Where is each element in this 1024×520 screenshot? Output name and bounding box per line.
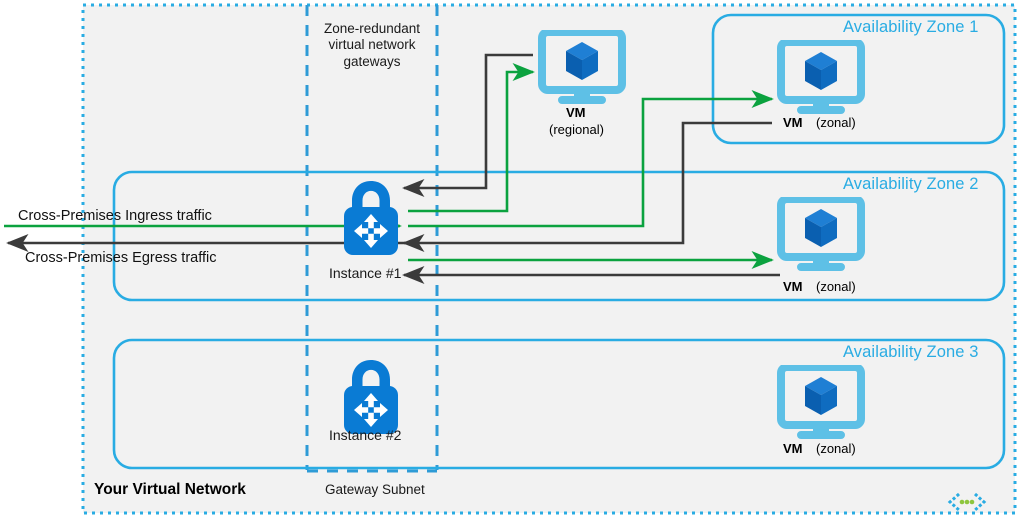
flow-gateway-to-regional-vm	[408, 63, 535, 213]
zone-3-vm-qualifier: (zonal)	[816, 441, 856, 456]
zone-1-label: Availability Zone 1	[843, 18, 979, 36]
zone-3-vm-icon-wrap[interactable]	[777, 363, 865, 446]
zone-1-vm-name: VM	[783, 115, 803, 130]
gateway-instance-1-icon-wrap[interactable]	[338, 179, 404, 262]
diagram-canvas: Zone-redundant virtual network gateways …	[0, 0, 1024, 520]
vnet-label: Your Virtual Network	[94, 481, 246, 498]
zone-3-label: Availability Zone 3	[843, 343, 979, 361]
zone-3-vm-name: VM	[783, 441, 803, 456]
connection-chevrons-icon	[947, 492, 987, 512]
gateway-subnet-header-line1: Zone-redundant	[323, 21, 421, 36]
zone-2-label: Availability Zone 2	[843, 175, 979, 193]
virtual-machine-icon	[538, 28, 626, 104]
vpn-gateway-lock-icon	[344, 360, 398, 434]
vpn-gateway-lock-icon	[344, 181, 398, 255]
virtual-machine-icon	[777, 195, 865, 271]
regional-vm-icon-wrap[interactable]	[538, 28, 626, 111]
flow-regional-vm-to-gateway	[402, 53, 533, 197]
gateway-subnet-header: Zone-redundant virtual network gateways	[307, 21, 437, 70]
zone-2-vm-qualifier: (zonal)	[816, 279, 856, 294]
ingress-traffic-label: Cross-Premises Ingress traffic	[18, 208, 212, 224]
regional-vm-qualifier: (regional)	[549, 122, 604, 137]
zone-2-vm-icon-wrap[interactable]	[777, 195, 865, 278]
gateway-subnet-label: Gateway Subnet	[325, 482, 425, 497]
connection-chevrons-icon-wrap	[946, 492, 988, 517]
regional-vm-name: VM	[566, 105, 586, 120]
zone-1-vm-qualifier: (zonal)	[816, 115, 856, 130]
flow-gateway-to-zone1-vm	[408, 90, 774, 228]
gateway-subnet-header-line3: gateways	[343, 53, 401, 69]
cube-glyph	[566, 42, 598, 80]
cube-glyph	[805, 209, 837, 247]
cube-glyph	[805, 52, 837, 90]
cube-glyph	[805, 377, 837, 415]
gateway-instance-1-label: Instance #1	[329, 265, 402, 281]
egress-traffic-label: Cross-Premises Egress traffic	[25, 250, 217, 266]
virtual-machine-icon	[777, 363, 865, 439]
gateway-instance-2-label: Instance #2	[329, 427, 402, 443]
zone-1-vm-icon-wrap[interactable]	[777, 38, 865, 121]
gateway-subnet-header-line2: virtual network	[328, 37, 416, 53]
flow-zone1-vm-to-gateway	[402, 121, 772, 252]
virtual-machine-icon	[777, 38, 865, 114]
zone-2-vm-name: VM	[783, 279, 803, 294]
